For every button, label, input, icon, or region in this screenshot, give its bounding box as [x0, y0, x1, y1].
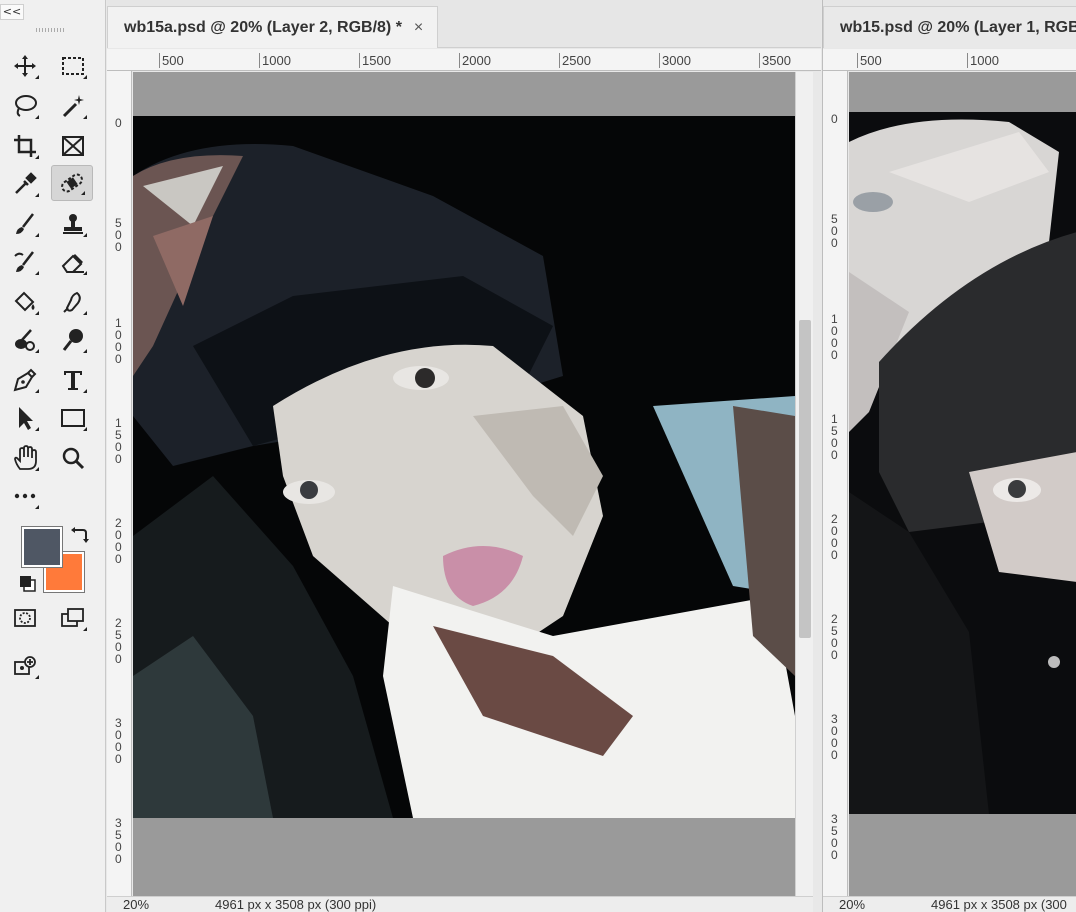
ruler-h-label: 500 — [159, 53, 184, 68]
eyedropper-tool-button[interactable] — [4, 166, 46, 202]
ruler-v-label: 2000 — [831, 512, 838, 562]
ruler-v-label: 1000 — [115, 316, 122, 366]
ruler-v-label: 1500 — [115, 416, 122, 466]
vertical-ruler[interactable]: 0 500 1000 1500 2000 2500 3000 3500 — [107, 71, 132, 896]
lasso-tool-button[interactable] — [4, 88, 46, 124]
frame-tool-icon — [62, 136, 84, 156]
ruler-v-label: 2000 — [115, 516, 122, 566]
document-tab-2[interactable]: wb15.psd @ 20% (Layer 1, RGB — [823, 6, 1076, 48]
clone-stamp-tool-button[interactable] — [52, 206, 94, 242]
canvas-area[interactable] — [849, 72, 1076, 896]
ruler-v-label: 3000 — [831, 712, 838, 762]
ruler-h-label: 1500 — [359, 53, 391, 68]
document-info[interactable]: 4961 px x 3508 px (300 — [931, 897, 1067, 912]
ruler-h-label: 1000 — [967, 53, 999, 68]
scrollbar-thumb[interactable] — [799, 320, 811, 638]
eraser-tool-button[interactable] — [52, 244, 94, 280]
ruler-h-label: 3500 — [759, 53, 791, 68]
ruler-h-label: 3000 — [659, 53, 691, 68]
frame-tool-button[interactable] — [52, 128, 94, 164]
quick-mask-icon — [14, 609, 36, 627]
path-selection-tool-button[interactable] — [4, 400, 46, 436]
tools-panel: << — [0, 0, 106, 912]
close-tab-icon[interactable]: × — [414, 19, 423, 37]
vertical-ruler[interactable]: 0 500 1000 1500 2000 2500 3000 3500 — [823, 71, 848, 896]
healing-brush-tool-button[interactable] — [51, 165, 93, 201]
document-tab-1[interactable]: wb15a.psd @ 20% (Layer 2, RGB/8) * × — [107, 6, 439, 48]
hand-tool-button[interactable] — [4, 440, 46, 476]
smudge-tool-button[interactable] — [52, 284, 94, 320]
swap-colors-icon[interactable] — [70, 524, 90, 544]
horizontal-ruler[interactable]: 50010001500 — [823, 49, 1076, 71]
ruler-v-label: 2500 — [115, 616, 122, 666]
ruler-v-label: 1500 — [831, 412, 838, 462]
rectangle-tool-button[interactable] — [52, 400, 94, 436]
ruler-v-label: 3500 — [115, 816, 122, 866]
panel-grip[interactable] — [36, 28, 66, 32]
vertical-scrollbar[interactable] — [795, 72, 813, 896]
default-colors-icon[interactable] — [18, 574, 38, 594]
more-tools-button[interactable] — [4, 478, 46, 514]
document-tab-title: wb15.psd @ 20% (Layer 1, RGB — [840, 18, 1076, 36]
zoom-level[interactable]: 20% — [839, 897, 865, 912]
burn-tool-button[interactable] — [52, 322, 94, 358]
type-tool-button[interactable] — [52, 362, 94, 398]
quick-mask-button[interactable] — [4, 600, 46, 636]
magic-wand-tool-button[interactable] — [52, 88, 94, 124]
ruler-v-label: 2500 — [831, 612, 838, 662]
status-bar: 20% 4961 px x 3508 px (300 — [823, 896, 1076, 912]
ruler-v-label: 1000 — [831, 312, 838, 362]
foreground-color-swatch[interactable] — [21, 526, 63, 568]
zoom-tool-icon — [62, 447, 85, 470]
document-window-1: wb15a.psd @ 20% (Layer 2, RGB/8) * × 500… — [107, 0, 821, 912]
marquee-tool-button[interactable] — [52, 48, 94, 84]
document-window-2: wb15.psd @ 20% (Layer 1, RGB 500 1000 1500… — [822, 0, 1076, 912]
horizontal-ruler[interactable]: 500 1000 1500 2000 2500 3000 3500 — [107, 49, 821, 71]
document-tab-title: wb15a.psd @ 20% (Layer 2, RGB/8) * — [124, 18, 402, 36]
ruler-h-label: 1000 — [259, 53, 291, 68]
dodge-tool-button[interactable] — [4, 322, 46, 358]
tab-bar: wb15.psd @ 20% (Layer 1, RGB — [823, 0, 1076, 48]
ruler-v-label: 3000 — [115, 716, 122, 766]
canvas-area[interactable] — [133, 72, 795, 896]
crop-tool-button[interactable] — [4, 128, 46, 164]
ruler-v-label: 0 — [831, 112, 838, 126]
ruler-v-label: 0 — [115, 116, 122, 130]
zoom-level[interactable]: 20% — [123, 897, 149, 912]
history-brush-tool-button[interactable] — [4, 244, 46, 280]
ruler-v-label: 500 — [115, 216, 122, 254]
reference-photo[interactable] — [849, 112, 1076, 814]
brush-tool-button[interactable] — [4, 206, 46, 242]
ruler-h-label: 500 — [857, 53, 882, 68]
move-tool-button[interactable] — [4, 48, 46, 84]
edit-toolbar-button[interactable] — [4, 648, 46, 684]
ruler-h-label: 2500 — [559, 53, 591, 68]
pen-tool-button[interactable] — [4, 362, 46, 398]
paint-bucket-tool-button[interactable] — [4, 284, 46, 320]
ruler-v-label: 500 — [831, 212, 838, 250]
ruler-v-label: 3500 — [831, 812, 838, 862]
collapse-panel-button[interactable]: << — [0, 4, 24, 20]
status-bar: 20% 4961 px x 3508 px (300 ppi) — [107, 896, 813, 912]
document-info[interactable]: 4961 px x 3508 px (300 ppi) — [215, 897, 376, 912]
zoom-tool-button[interactable] — [52, 440, 94, 476]
screen-mode-button[interactable] — [52, 600, 94, 636]
tab-bar: wb15a.psd @ 20% (Layer 2, RGB/8) * × — [107, 0, 821, 48]
ruler-h-label: 2000 — [459, 53, 491, 68]
artwork-painting[interactable] — [133, 116, 795, 818]
